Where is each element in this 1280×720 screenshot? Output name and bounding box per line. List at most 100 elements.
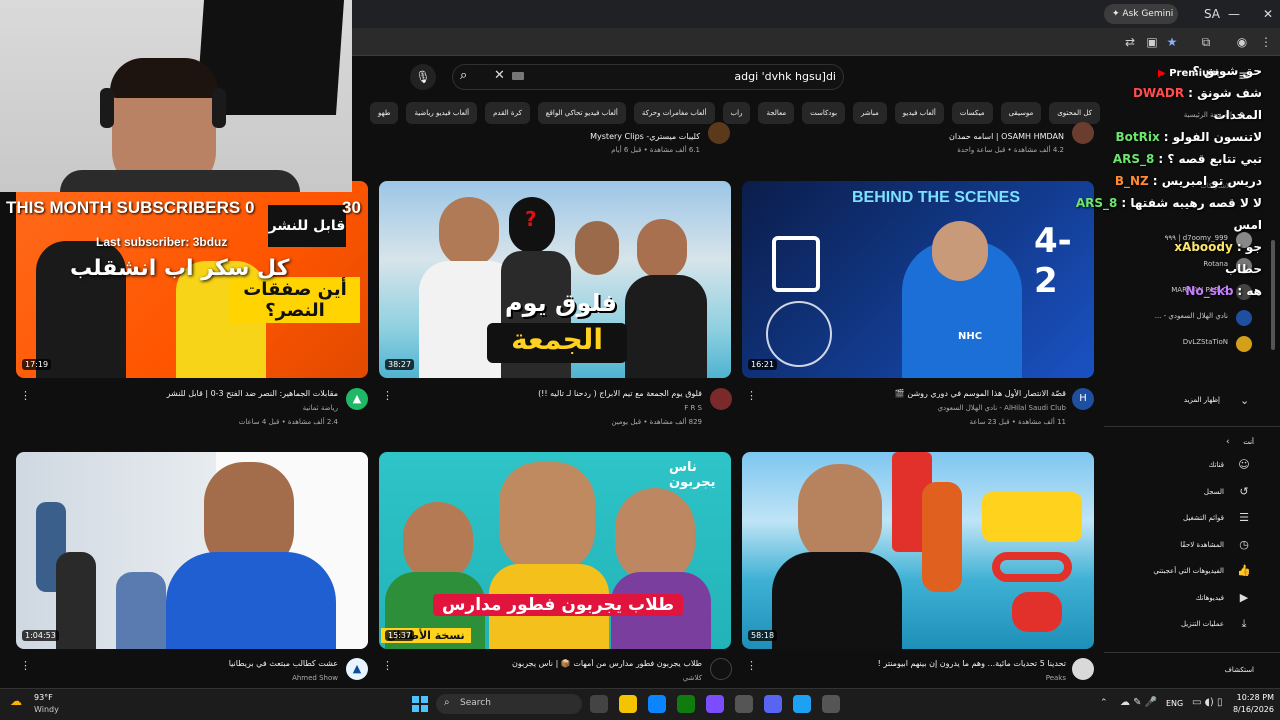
- child-face: [615, 488, 695, 584]
- video-menu-icon[interactable]: ⋮: [20, 389, 31, 402]
- filter-chip[interactable]: مباشر: [853, 102, 887, 124]
- clock-date[interactable]: 8/16/2026: [1226, 705, 1274, 714]
- channel-avatar[interactable]: ▲: [346, 658, 368, 680]
- video-channel[interactable]: Peaks: [760, 674, 1066, 682]
- filter-chip[interactable]: كل المحتوى: [1049, 102, 1100, 124]
- video-thumbnail[interactable]: ? فلوق يوم الجمعة 38:27: [379, 181, 731, 378]
- close-window-button[interactable]: ✕: [1256, 4, 1280, 24]
- xbox-icon[interactable]: [677, 695, 695, 713]
- task-view-icon[interactable]: [590, 695, 608, 713]
- download-icon: ⤓: [1241, 617, 1247, 630]
- student-figure: [116, 572, 166, 649]
- video-menu-icon[interactable]: ⋮: [382, 659, 393, 672]
- video-thumbnail[interactable]: 58:18: [742, 452, 1094, 649]
- edge-icon[interactable]: [648, 695, 666, 713]
- video-menu-icon[interactable]: ⋮: [746, 389, 757, 402]
- search-icon[interactable]: ⌕: [460, 68, 467, 83]
- language-indicator[interactable]: ENG: [1166, 699, 1183, 708]
- tray-icons[interactable]: ☁ ✎ 🎤: [1120, 697, 1157, 708]
- start-button[interactable]: [412, 696, 428, 712]
- video-channel[interactable]: كلاشي: [396, 674, 702, 682]
- translate-icon[interactable]: ⇄: [1122, 34, 1138, 50]
- divider: [1104, 652, 1280, 653]
- person-face: [575, 221, 619, 275]
- video-title[interactable]: طلاب يجربون فطور مدارس من أمهات 📦 | ناس …: [396, 659, 702, 668]
- video-channel[interactable]: F R S: [396, 404, 702, 412]
- sidebar-you-label: السجل: [1203, 487, 1224, 496]
- video-menu-icon[interactable]: ⋮: [382, 389, 393, 402]
- network-volume-battery-icon[interactable]: ▭ ◖) ▯: [1192, 697, 1222, 708]
- sidebar-you-item[interactable]: ☰ قوائم التشغيل: [1104, 509, 1280, 531]
- app-icon[interactable]: [735, 695, 753, 713]
- history-icon: ↺: [1239, 484, 1249, 498]
- weather-icon[interactable]: ☁: [10, 694, 22, 708]
- chrome-icon[interactable]: [793, 695, 811, 713]
- sidebar-you-item[interactable]: ◷ المشاهدة لاحقًا: [1104, 536, 1280, 558]
- video-menu-icon[interactable]: ⋮: [746, 659, 757, 672]
- show-more-button[interactable]: إظهار المزيد: [1184, 396, 1220, 404]
- cast-icon[interactable]: ▣: [1144, 34, 1160, 50]
- video-thumbnail[interactable]: ناس يجربون طلاب يجربون فطور مدارس نسخة ا…: [379, 452, 731, 649]
- settings-icon[interactable]: [822, 695, 840, 713]
- filter-chip[interactable]: موسيقى: [1000, 102, 1042, 124]
- browser-menu-icon[interactable]: ⋮: [1258, 34, 1274, 50]
- channel-avatar[interactable]: [710, 658, 732, 680]
- file-explorer-icon[interactable]: [619, 695, 637, 713]
- sidebar-you-item[interactable]: 👍 الفيديوهات التي أعجبتني: [1104, 562, 1280, 584]
- sidebar-subscription-label: DvLZStaTioN: [1182, 338, 1228, 346]
- video-channel[interactable]: OSAMH HMDAN | اسامه حمدان: [742, 132, 1064, 141]
- filter-chip[interactable]: ألعاب فيديو رياضية: [406, 102, 478, 124]
- minimize-button[interactable]: —: [1222, 4, 1246, 24]
- person-body: [772, 552, 902, 649]
- discord-icon[interactable]: [764, 695, 782, 713]
- app-icon[interactable]: [706, 695, 724, 713]
- video-title[interactable]: تحدينا 5 تحديات مائية... وهم ما يدرون إن…: [760, 659, 1066, 668]
- video-menu-icon[interactable]: ⋮: [20, 659, 31, 672]
- filter-chip[interactable]: ألعاب مغامرات وحركة: [633, 102, 715, 124]
- filter-chip[interactable]: طهو: [370, 102, 399, 124]
- clear-search-icon[interactable]: ✕: [494, 68, 505, 83]
- sidebar-you-item[interactable]: ▶ فيديوهاتك: [1104, 589, 1280, 611]
- filter-chip[interactable]: كرة القدم: [485, 102, 530, 124]
- you-items: ☺ قناتك ↺ السجل ☰ قوائم التشغيل ◷ المشاهدة لاحق…: [1104, 456, 1280, 646]
- video-title[interactable]: مقابلات الجماهير: النصر ضد الفتح 3-0 | ق…: [34, 389, 338, 398]
- video-title[interactable]: قصّة الانتصار الأول هذا الموسم في دوري ر…: [760, 389, 1066, 398]
- channel-avatar[interactable]: ▲: [346, 388, 368, 410]
- voice-search-button[interactable]: 🎙: [410, 64, 436, 90]
- chevron-up-icon[interactable]: ⌃: [1100, 698, 1108, 708]
- taskbar-search[interactable]: ⌕ Search: [436, 694, 582, 714]
- inflatable: [982, 492, 1082, 542]
- video-thumbnail[interactable]: 1:04:53: [16, 452, 368, 649]
- sidebar-you-item[interactable]: ⤓ عمليات التنزيل: [1104, 615, 1280, 637]
- filter-chip[interactable]: ألعاب فيديو: [894, 102, 944, 124]
- sidebar-you-item[interactable]: ↺ السجل: [1104, 483, 1280, 505]
- filter-chip[interactable]: بودكاست: [802, 102, 846, 124]
- bookmark-star-icon[interactable]: ★: [1164, 34, 1180, 50]
- video-channel[interactable]: رياضة ثمانية: [34, 404, 338, 412]
- channel-avatar[interactable]: [708, 122, 730, 144]
- filter-chip[interactable]: ميكسات: [951, 102, 993, 124]
- channel-avatar[interactable]: [710, 388, 732, 410]
- filter-chip[interactable]: راب: [722, 102, 751, 124]
- filter-chip[interactable]: معالجة: [758, 102, 795, 124]
- video-channel[interactable]: كليبات ميستري- Mystery Clips: [380, 132, 700, 141]
- scrolling-marquee: كل سكر اب انشقلب: [70, 256, 290, 281]
- you-section-label[interactable]: أنت: [1243, 438, 1254, 446]
- video-title[interactable]: فلوق يوم الجمعة مع تيم الابراج ( ردحنا ل…: [396, 389, 702, 398]
- clock-time[interactable]: 10:28 PM: [1234, 693, 1274, 702]
- sidebar-subscription-item[interactable]: DvLZStaTioN: [1104, 334, 1280, 356]
- video-title[interactable]: عشت كطالب مبتعث في بريطانيا: [34, 659, 338, 668]
- profile-icon[interactable]: SA: [1200, 4, 1224, 24]
- channel-avatar[interactable]: [1072, 658, 1094, 680]
- ask-gemini-button[interactable]: ✦ Ask Gemini: [1104, 4, 1178, 24]
- search-icon: ⌕: [444, 697, 450, 708]
- channel-avatar[interactable]: [1072, 122, 1094, 144]
- avatar[interactable]: ◉: [1234, 34, 1250, 50]
- video-channel[interactable]: Ahmed Show: [34, 674, 338, 682]
- channel-avatar[interactable]: H: [1072, 388, 1094, 410]
- sidebar-you-item[interactable]: ☺ قناتك: [1104, 456, 1280, 478]
- video-thumbnail[interactable]: BEHIND THE SCENES NHC 4-2 16:21: [742, 181, 1094, 378]
- extensions-icon[interactable]: ⧉: [1198, 34, 1214, 50]
- filter-chip[interactable]: ألعاب فيديو تحاكي الواقع: [537, 102, 626, 124]
- video-channel[interactable]: AlHilal Saudi Club - نادي الهلال السعودي: [760, 404, 1066, 412]
